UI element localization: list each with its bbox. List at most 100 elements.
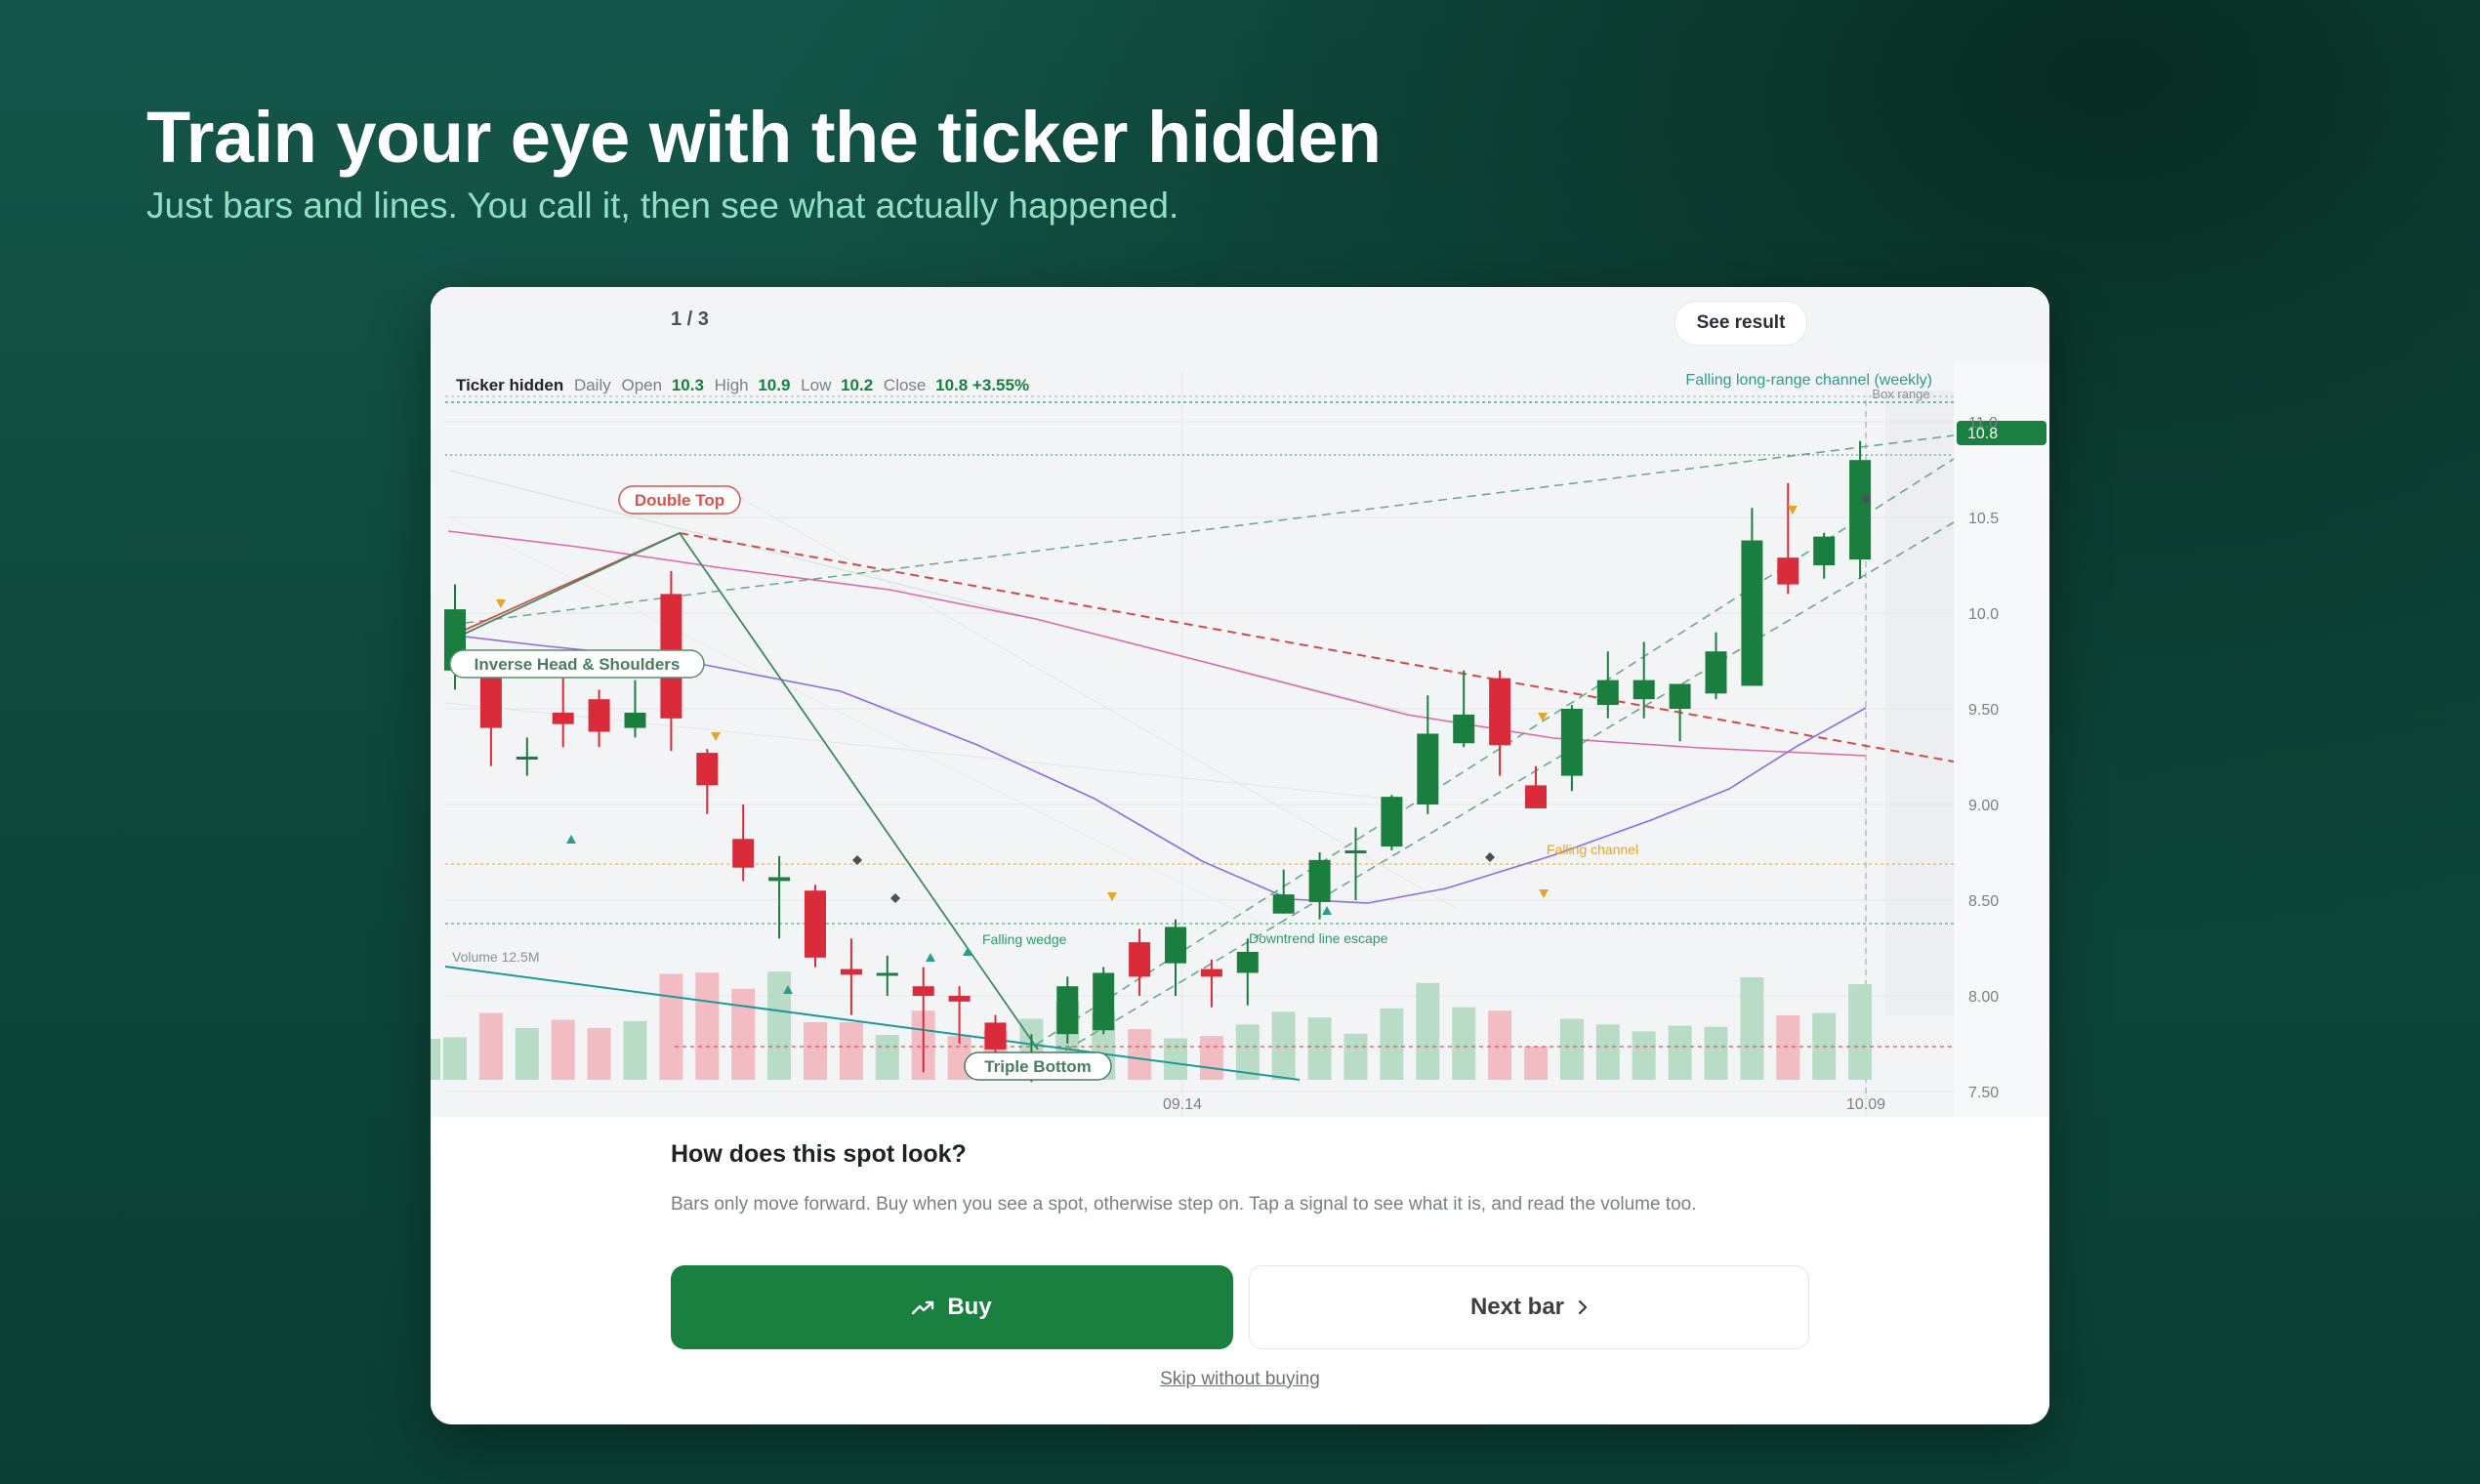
- candle-body: [1093, 972, 1115, 1031]
- ohlc-readout: Ticker hidden Daily Open 10.3 High 10.9 …: [456, 376, 1029, 394]
- signal-diamond-marker: [852, 855, 862, 865]
- volume-bar: [515, 1027, 539, 1080]
- sell-signal-marker: [1539, 889, 1549, 898]
- candle-body: [1344, 850, 1367, 854]
- date-tick-label: 09.14: [1163, 1096, 1202, 1113]
- candle-body: [1381, 797, 1403, 847]
- buy-signal-marker: [926, 953, 935, 962]
- sell-signal-marker: [1788, 506, 1798, 515]
- downtrend-escape-label[interactable]: Downtrend line escape: [1249, 930, 1388, 946]
- triple-bottom-pill[interactable]: Triple Bottom: [964, 1051, 1112, 1081]
- volume-bar: [804, 1022, 827, 1080]
- volume-bar: [1524, 1046, 1548, 1080]
- candle-body: [912, 986, 934, 996]
- candle-body: [732, 839, 755, 868]
- candle-body: [1308, 859, 1331, 902]
- volume-bar: [1307, 1017, 1332, 1080]
- decision-panel: How does this spot look? Bars only move …: [431, 1117, 2049, 1424]
- candle-body: [768, 877, 791, 882]
- volume-bars: [431, 971, 1873, 1080]
- candle-body: [1165, 927, 1186, 964]
- volume-bar: [1632, 1031, 1656, 1080]
- candle-body: [984, 1022, 1007, 1050]
- box-range-zone: [1885, 391, 1954, 1015]
- volume-bar: [731, 988, 756, 1080]
- volume-bar: [1740, 976, 1764, 1080]
- buy-signal-marker: [963, 947, 972, 956]
- question-description: Bars only move forward. Buy when you see…: [671, 1194, 1697, 1215]
- candle-body: [1669, 683, 1691, 709]
- progress-counter: 1 / 3: [671, 309, 709, 330]
- volume-bar: [1164, 1038, 1187, 1080]
- candle-body: [552, 712, 574, 724]
- volume-bar: [695, 972, 720, 1080]
- inverse-head-shoulders-pill[interactable]: Inverse Head & Shoulders: [449, 649, 705, 679]
- volume-bar: [551, 1019, 575, 1080]
- volume-bar: [1595, 1024, 1620, 1080]
- volume-bar: [659, 973, 683, 1080]
- card-toolbar: 1 / 3 See result: [431, 287, 2049, 362]
- volume-bar: [1271, 1011, 1296, 1080]
- candle-body: [588, 699, 610, 732]
- volume-bar: [1704, 1026, 1728, 1080]
- candle-body: [516, 757, 538, 760]
- signal-markers: [496, 494, 1871, 994]
- next-bar-button[interactable]: Next bar: [1249, 1265, 1809, 1349]
- candle-body: [1849, 460, 1872, 560]
- price-tick-label: 10.0: [1968, 606, 1999, 623]
- candle-body: [1272, 894, 1295, 914]
- trending-up-icon: [912, 1299, 935, 1315]
- candle-body: [1453, 714, 1475, 744]
- faint-trendline: [449, 516, 1310, 948]
- svg-text:Inverse Head & Shoulders: Inverse Head & Shoulders: [475, 655, 681, 674]
- see-result-button[interactable]: See result: [1674, 301, 1807, 346]
- candle-body: [1705, 651, 1727, 694]
- volume-bar: [1380, 1008, 1404, 1080]
- volume-bar: [1848, 984, 1873, 1080]
- buy-button[interactable]: Buy: [671, 1265, 1233, 1349]
- candle-body: [1633, 680, 1655, 700]
- candle-body: [1489, 678, 1511, 746]
- candle-body: [1560, 709, 1583, 776]
- skip-without-buying-link[interactable]: Skip without buying: [431, 1369, 2049, 1390]
- candle-body: [1129, 942, 1151, 977]
- falling-channel-label[interactable]: Falling channel: [1547, 842, 1638, 857]
- candle-body: [1236, 951, 1259, 973]
- candle-body: [1777, 557, 1799, 585]
- candle-body: [840, 969, 862, 975]
- low-value: 10.2: [841, 376, 873, 394]
- candle-body: [805, 890, 826, 958]
- sell-signal-marker: [711, 732, 721, 741]
- candle-body: [624, 712, 646, 728]
- chevron-right-icon: [1578, 1299, 1588, 1315]
- question-title: How does this spot look?: [671, 1140, 967, 1168]
- rising-channel-lower: [1064, 521, 1955, 1051]
- sell-signal-marker: [1538, 713, 1548, 721]
- candle-body: [1741, 540, 1763, 686]
- volume-bar: [623, 1020, 647, 1080]
- volume-bar: [478, 1012, 503, 1080]
- volume-bar: [875, 1034, 899, 1080]
- high-value: 10.9: [758, 376, 790, 394]
- candle-body: [876, 972, 898, 976]
- price-tick-label: 7.50: [1968, 1085, 1999, 1101]
- volume-bar: [1452, 1007, 1476, 1080]
- signal-diamond-marker: [1485, 852, 1495, 862]
- volume-bar: [1776, 1014, 1800, 1080]
- date-tick-label: 10.09: [1846, 1096, 1885, 1113]
- next-bar-label: Next bar: [1469, 1294, 1565, 1320]
- volume-bar: [431, 1039, 440, 1080]
- volume-bar: [1488, 1010, 1512, 1080]
- volume-bar: [1128, 1029, 1152, 1080]
- candlestick-chart[interactable]: Ticker hidden Daily Open 10.3 High 10.9 …: [431, 361, 2049, 1117]
- falling-wedge-label[interactable]: Falling wedge: [982, 931, 1067, 947]
- volume-bar: [443, 1037, 467, 1080]
- chart-area[interactable]: Ticker hidden Daily Open 10.3 High 10.9 …: [431, 361, 2049, 1117]
- double-top-pill[interactable]: Double Top: [618, 485, 741, 515]
- volume-bar: [1559, 1018, 1584, 1080]
- buy-label: Buy: [947, 1294, 992, 1320]
- volume-bar: [839, 1022, 863, 1080]
- volume-bar: [1343, 1033, 1368, 1080]
- svg-text:Double Top: Double Top: [635, 491, 724, 510]
- price-tick-label: 8.50: [1968, 893, 1999, 910]
